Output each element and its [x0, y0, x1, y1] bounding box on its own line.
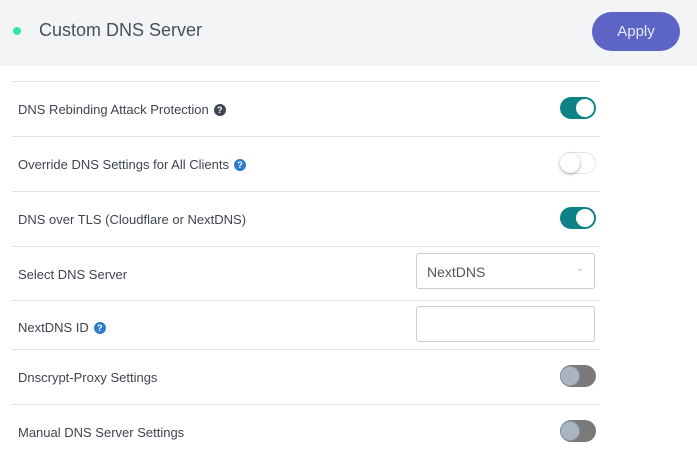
help-icon[interactable]: ?: [233, 158, 246, 171]
dnscrypt-toggle[interactable]: [560, 365, 596, 387]
help-icon[interactable]: ?: [93, 321, 106, 334]
setting-row-dns-over-tls: DNS over TLS (Cloudflare or NextDNS): [12, 191, 600, 247]
setting-label: Dnscrypt-Proxy Settings: [18, 370, 158, 385]
setting-label: Manual DNS Server Settings: [18, 425, 185, 440]
setting-label: DNS Rebinding Attack Protection: [18, 102, 209, 117]
setting-label: Select DNS Server: [18, 267, 128, 282]
status-dot-icon: [13, 27, 21, 35]
nextdns-id-input[interactable]: [416, 306, 595, 342]
dns-rebinding-toggle[interactable]: [560, 97, 596, 119]
chevron-down-icon: ⌄: [575, 263, 584, 274]
manual-dns-toggle[interactable]: [560, 420, 596, 442]
setting-row-manual-dns: Manual DNS Server Settings: [12, 404, 600, 460]
page-title: Custom DNS Server: [39, 20, 203, 40]
dns-over-tls-toggle[interactable]: [560, 207, 596, 229]
setting-row-dns-rebinding: DNS Rebinding Attack Protection?: [12, 81, 600, 137]
page-header: Custom DNS Server Apply: [0, 0, 697, 66]
setting-label: DNS over TLS (Cloudflare or NextDNS): [18, 212, 247, 227]
setting-row-select-dns: Select DNS Server NextDNS ⌄: [12, 246, 600, 301]
apply-button[interactable]: Apply: [592, 12, 680, 51]
dns-server-select[interactable]: NextDNS ⌄: [416, 253, 595, 289]
override-dns-toggle[interactable]: [560, 152, 596, 174]
setting-label: Override DNS Settings for All Clients: [18, 157, 229, 172]
setting-row-nextdns-id: NextDNS ID?: [12, 300, 600, 350]
setting-label: NextDNS ID: [18, 320, 89, 335]
select-value: NextDNS: [427, 264, 486, 280]
setting-row-dnscrypt: Dnscrypt-Proxy Settings: [12, 349, 600, 405]
setting-row-override-dns: Override DNS Settings for All Clients?: [12, 136, 600, 192]
help-icon[interactable]: ?: [213, 103, 226, 116]
